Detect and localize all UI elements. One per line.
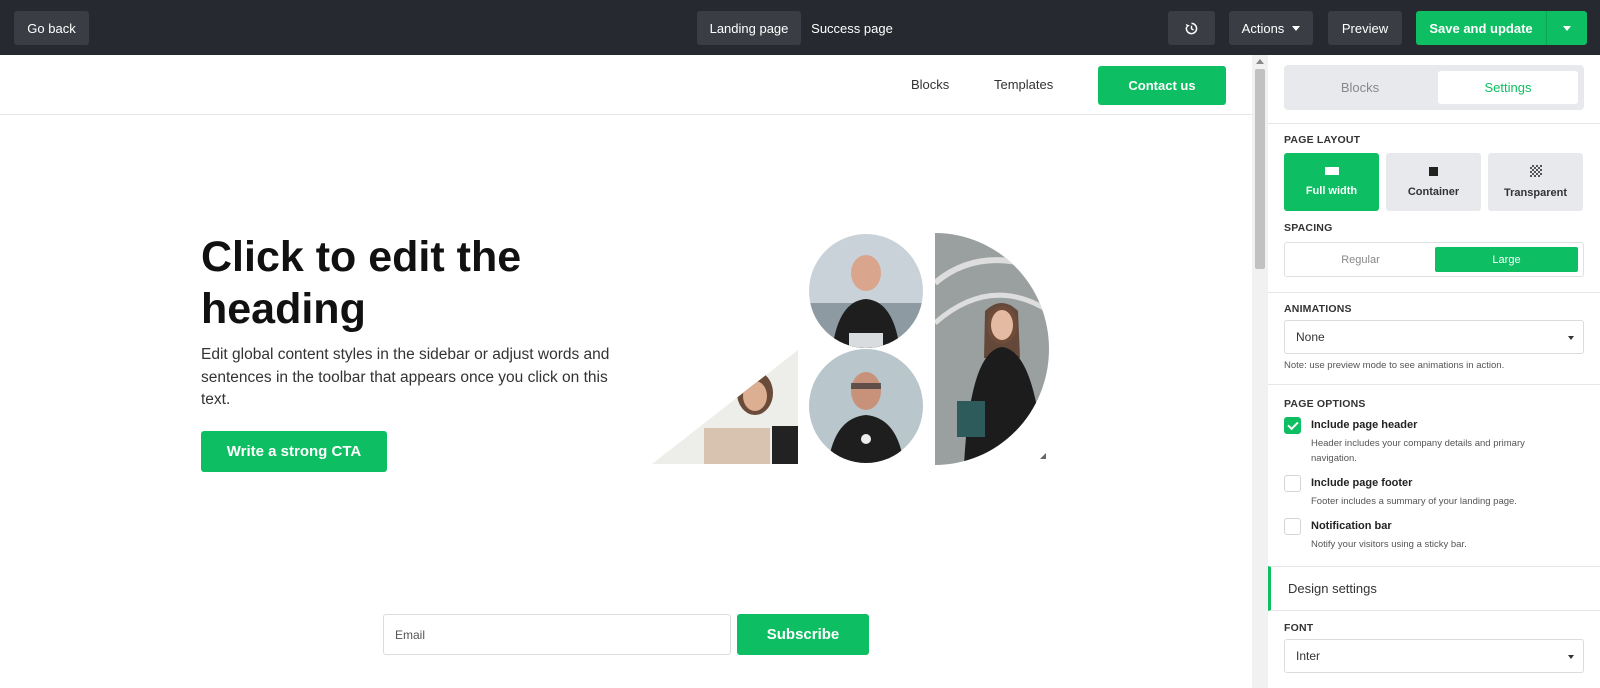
email-input[interactable]: Email <box>383 614 731 655</box>
font-select[interactable]: Inter <box>1284 639 1584 673</box>
save-and-update-button[interactable]: Save and update <box>1416 11 1546 45</box>
transparent-icon <box>1529 165 1542 177</box>
spacing-regular-option[interactable]: Regular <box>1289 247 1432 272</box>
tab-blocks[interactable]: Blocks <box>1290 71 1430 104</box>
notification-bar-title: Notification bar <box>1311 520 1392 532</box>
top-toolbar: Go back Landing page Success page Action… <box>0 0 1600 55</box>
spacing-toggle: Regular Large <box>1284 242 1584 277</box>
contact-us-button[interactable]: Contact us <box>1098 66 1226 105</box>
tab-landing-page[interactable]: Landing page <box>697 11 801 45</box>
photo-circle-top <box>809 234 923 348</box>
include-footer-desc: Footer includes a summary of your landin… <box>1311 496 1517 507</box>
canvas-scrollbar[interactable] <box>1252 55 1268 688</box>
design-settings-label: Design settings <box>1288 581 1377 596</box>
hero-cta-button[interactable]: Write a strong CTA <box>201 431 387 472</box>
include-footer-checkbox[interactable] <box>1284 475 1301 492</box>
notification-bar-checkbox[interactable] <box>1284 518 1301 535</box>
save-options-dropdown[interactable] <box>1546 11 1587 45</box>
page-header: Blocks Templates Contact us <box>0 55 1252 115</box>
animations-select[interactable]: None <box>1284 320 1584 354</box>
sidebar-tabs: Blocks Settings <box>1284 65 1584 110</box>
nav-link-templates[interactable]: Templates <box>994 77 1053 92</box>
layout-option-label: Container <box>1407 185 1460 198</box>
notification-bar-desc: Notify your visitors using a sticky bar. <box>1311 539 1467 550</box>
scroll-up-arrow-icon[interactable] <box>1256 59 1264 64</box>
spacing-label: SPACING <box>1284 222 1333 234</box>
page-layout-label: PAGE LAYOUT <box>1284 134 1361 146</box>
chevron-down-icon <box>1568 655 1574 659</box>
include-header-desc: Header includes your company details and… <box>1311 438 1525 464</box>
tab-success-page[interactable]: Success page <box>804 11 900 45</box>
spacing-large-option[interactable]: Large <box>1435 247 1578 272</box>
animations-value: None <box>1296 330 1325 344</box>
photo-circle-bottom <box>809 349 923 463</box>
subscribe-button[interactable]: Subscribe <box>737 614 869 655</box>
layout-container-option[interactable]: Container <box>1386 153 1481 211</box>
preview-button[interactable]: Preview <box>1328 11 1402 45</box>
layout-transparent-option[interactable]: Transparent <box>1488 153 1583 211</box>
history-button[interactable] <box>1168 11 1215 45</box>
include-header-checkbox[interactable] <box>1284 417 1301 434</box>
divider <box>1268 384 1600 385</box>
tab-settings[interactable]: Settings <box>1438 71 1578 104</box>
hero-text[interactable]: Edit global content styles in the sideba… <box>201 344 611 412</box>
layout-option-label: Transparent <box>1504 187 1567 199</box>
go-back-button[interactable]: Go back <box>14 11 89 45</box>
divider <box>1268 123 1600 124</box>
hero-image[interactable] <box>652 233 1062 465</box>
animations-note: Note: use preview mode to see animations… <box>1284 360 1505 371</box>
hero-heading[interactable]: Click to edit the heading <box>201 231 621 335</box>
page-options-label: PAGE OPTIONS <box>1284 398 1366 410</box>
scroll-thumb[interactable] <box>1255 69 1265 269</box>
actions-label: Actions <box>1241 20 1285 36</box>
settings-sidebar: Blocks Settings PAGE LAYOUT Full width C… <box>1268 55 1600 688</box>
layout-option-label: Full width <box>1305 185 1358 197</box>
resize-handle-icon[interactable] <box>1040 453 1046 459</box>
container-icon <box>1429 166 1438 176</box>
photo-triangle <box>652 350 798 464</box>
font-value: Inter <box>1296 649 1321 663</box>
animations-label: ANIMATIONS <box>1284 303 1352 315</box>
chevron-down-icon <box>1292 25 1301 31</box>
include-header-title: Include page header <box>1311 419 1418 431</box>
chevron-down-icon <box>1568 336 1574 340</box>
photo-half-circle <box>935 233 1049 465</box>
full-width-icon <box>1324 167 1339 175</box>
chevron-down-icon <box>1563 25 1571 31</box>
page-canvas: Blocks Templates Contact us Click to edi… <box>0 55 1252 688</box>
nav-link-blocks[interactable]: Blocks <box>911 77 949 92</box>
font-label: FONT <box>1284 622 1314 634</box>
actions-menu-button[interactable]: Actions <box>1229 11 1313 45</box>
design-settings-section[interactable]: Design settings <box>1268 566 1600 611</box>
layout-full-width-option[interactable]: Full width <box>1284 153 1379 211</box>
history-icon <box>1185 22 1198 34</box>
divider <box>1268 292 1600 293</box>
include-footer-title: Include page footer <box>1311 477 1413 489</box>
